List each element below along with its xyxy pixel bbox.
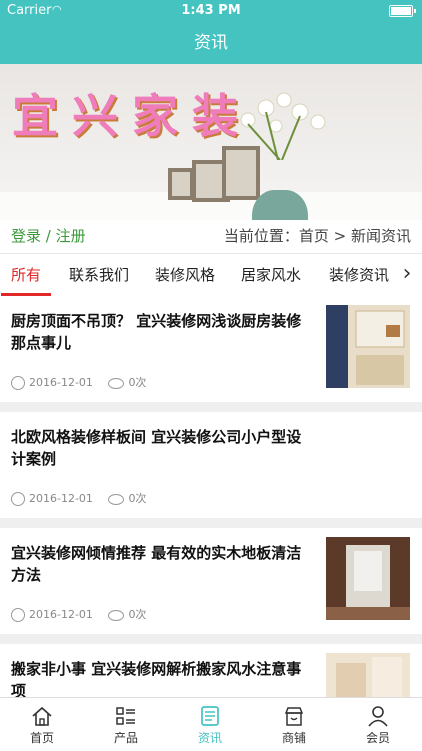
- tabbar-member[interactable]: 会员: [336, 698, 420, 751]
- category-tabs: 所有 联系我们 装修风格 居家风水 装修资讯 ›: [0, 254, 422, 297]
- news-icon: [201, 706, 219, 726]
- clock-icon: [11, 376, 25, 390]
- tabbar-label: 产品: [113, 731, 138, 745]
- article-title: 北欧风格装修样板间 宜兴装修公司小户型设计案例: [11, 428, 302, 468]
- article-date: 2016-12-01: [29, 608, 93, 621]
- battery-icon: [389, 5, 416, 17]
- register-link[interactable]: 注册: [56, 227, 86, 245]
- eye-icon: [108, 493, 125, 505]
- article-date: 2016-12-01: [29, 492, 93, 505]
- list-icon: [116, 707, 135, 725]
- shop-icon: [284, 707, 304, 726]
- separator: /: [45, 227, 51, 245]
- article-meta: 2016-12-01 0次: [11, 606, 146, 622]
- tabbar-label: 会员: [365, 731, 390, 745]
- article-views: 0次: [128, 608, 147, 621]
- article-title: 搬家非小事 宜兴装修网解析搬家风水注意事项: [11, 660, 302, 700]
- eye-icon: [108, 609, 125, 621]
- tab-style[interactable]: 装修风格: [155, 254, 215, 296]
- tabbar-label: 首页: [29, 731, 54, 745]
- tabbar-home[interactable]: 首页: [0, 698, 84, 751]
- page-title: 资讯: [0, 22, 422, 64]
- account-bar: 登录 / 注册 当前位置：首页 > 新闻资讯: [0, 220, 422, 254]
- bottom-tab-bar: 首页 产品 资讯 商铺 会员: [0, 697, 422, 751]
- breadcrumb: 当前位置：首页 > 新闻资讯: [223, 227, 411, 245]
- article-meta: 2016-12-01 0次: [11, 374, 146, 390]
- tabbar-label: 资讯: [197, 731, 222, 745]
- user-icon: [368, 706, 388, 727]
- banner-logo-text: 宜兴家装: [12, 89, 252, 143]
- tabbar-products[interactable]: 产品: [84, 698, 168, 751]
- tabbar-news[interactable]: 资讯: [168, 698, 252, 751]
- article-thumbnail: [326, 305, 410, 388]
- flowers: [240, 92, 326, 160]
- tab-all[interactable]: 所有: [0, 254, 52, 296]
- banner-image[interactable]: 宜兴家装: [0, 64, 422, 220]
- article-thumbnail: [326, 537, 410, 620]
- chevron-right-icon[interactable]: ›: [392, 254, 422, 296]
- list-item[interactable]: 搬家非小事 宜兴装修网解析搬家风水注意事项: [0, 644, 422, 704]
- clock-icon: [11, 492, 25, 506]
- list-item[interactable]: 北欧风格装修样板间 宜兴装修公司小户型设计案例 2016-12-01 0次: [0, 412, 422, 518]
- article-views: 0次: [128, 492, 147, 505]
- eye-icon: [108, 377, 125, 389]
- clock-icon: [11, 608, 25, 622]
- article-views: 0次: [128, 376, 147, 389]
- tabbar-shop[interactable]: 商铺: [252, 698, 336, 751]
- login-register: 登录 / 注册: [11, 220, 86, 253]
- tab-fengshui[interactable]: 居家风水: [241, 254, 301, 296]
- home-icon: [32, 706, 52, 726]
- article-title: 厨房顶面不吊顶？ 宜兴装修网浅谈厨房装修那点事儿: [11, 312, 302, 352]
- list-item[interactable]: 厨房顶面不吊顶？ 宜兴装修网浅谈厨房装修那点事儿 2016-12-01 0次: [0, 296, 422, 402]
- article-meta: 2016-12-01 0次: [11, 490, 146, 506]
- status-bar: Carrier ◠ 1:43 PM: [0, 0, 422, 22]
- tab-news[interactable]: 装修资讯: [329, 254, 389, 296]
- picture-frame: [168, 168, 194, 200]
- article-title: 宜兴装修网倾情推荐 最有效的实木地板清洁方法: [11, 544, 302, 584]
- tab-contact[interactable]: 联系我们: [69, 254, 129, 296]
- list-item[interactable]: 宜兴装修网倾情推荐 最有效的实木地板清洁方法 2016-12-01 0次: [0, 528, 422, 634]
- article-date: 2016-12-01: [29, 376, 93, 389]
- clock: 1:43 PM: [181, 3, 241, 18]
- login-link[interactable]: 登录: [11, 227, 41, 245]
- tabbar-label: 商铺: [281, 731, 306, 745]
